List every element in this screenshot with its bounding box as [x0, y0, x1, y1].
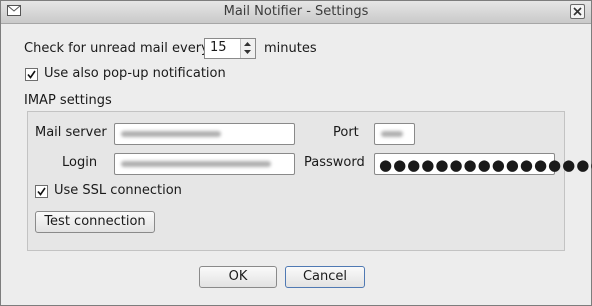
interval-value[interactable]: 15: [210, 40, 227, 55]
arrow-down-icon[interactable]: [241, 48, 254, 58]
ssl-checkbox[interactable]: [35, 185, 48, 198]
window-title: Mail Notifier - Settings: [223, 4, 369, 19]
checkmark-icon: [37, 187, 46, 196]
test-connection-button[interactable]: Test connection: [35, 211, 155, 233]
settings-window: Mail Notifier - Settings Check for unrea…: [0, 0, 592, 306]
port-label: Port: [333, 125, 359, 140]
minutes-label: minutes: [264, 41, 317, 56]
arrow-up-icon[interactable]: [241, 39, 254, 48]
login-input[interactable]: [114, 153, 295, 175]
close-icon: [573, 7, 582, 16]
redacted-server-text: [121, 131, 221, 137]
interval-spinbox[interactable]: 15: [204, 38, 256, 59]
imap-group-label: IMAP settings: [24, 93, 112, 108]
port-input[interactable]: [374, 123, 415, 145]
redacted-login-text: [121, 161, 271, 167]
checkmark-icon: [27, 70, 36, 79]
cancel-button[interactable]: Cancel: [285, 266, 365, 288]
imap-settings-group: Mail server Port Login Password ●●●●●●●●…: [27, 111, 592, 251]
password-mask: ●●●●●●●●●●●●●●●●: [379, 156, 592, 174]
spin-arrows[interactable]: [240, 39, 255, 58]
ok-button[interactable]: OK: [199, 266, 277, 288]
popup-checkbox[interactable]: [25, 68, 38, 81]
login-label: Login: [62, 155, 98, 170]
ssl-label[interactable]: Use SSL connection: [54, 183, 182, 198]
password-input[interactable]: ●●●●●●●●●●●●●●●●: [374, 153, 592, 175]
password-label: Password: [304, 155, 365, 170]
close-button[interactable]: [570, 4, 585, 19]
mail-server-input[interactable]: [114, 123, 295, 145]
mail-server-label: Mail server: [35, 125, 107, 140]
check-interval-label: Check for unread mail every: [24, 41, 209, 56]
title-bar[interactable]: Mail Notifier - Settings: [1, 1, 591, 24]
redacted-port-text: [381, 131, 403, 137]
popup-label[interactable]: Use also pop-up notification: [44, 66, 226, 81]
